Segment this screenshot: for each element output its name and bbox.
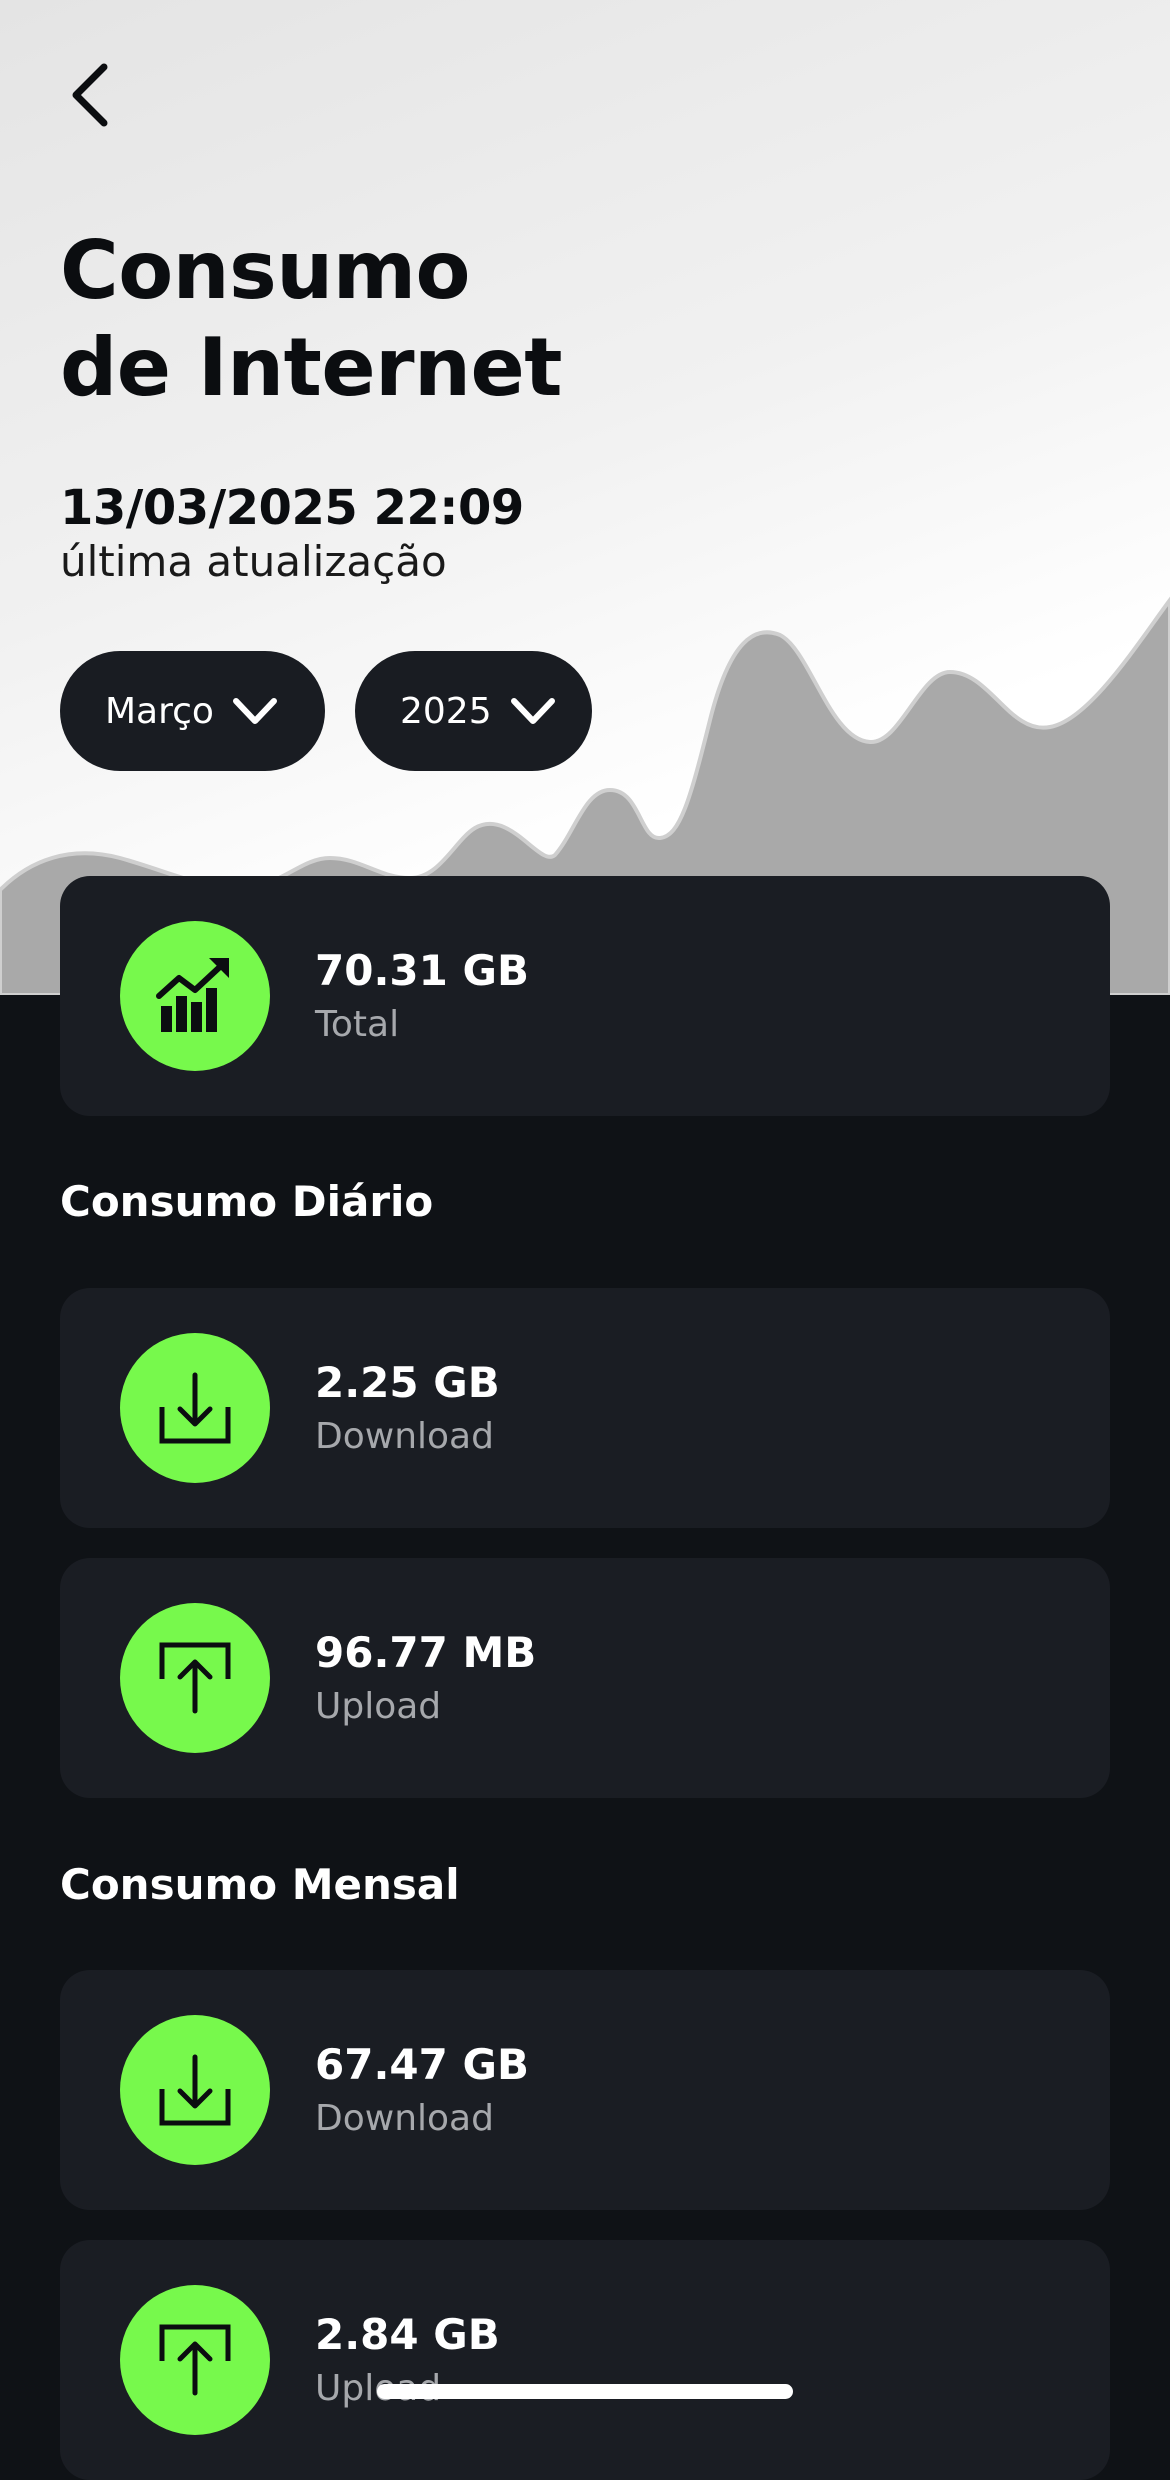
upload-icon-badge [120,2285,270,2435]
chevron-left-icon [72,63,108,127]
daily-download-card: 2.25 GB Download [60,1288,1110,1528]
back-button[interactable] [50,50,130,140]
download-tray-icon [159,2054,231,2126]
download-icon-badge [120,2015,270,2165]
growth-chart-icon [156,958,229,1032]
last-update-time: 13/03/2025 22:09 [60,480,524,536]
year-value: 2025 [400,690,492,732]
total-card: 70.31 GB Total [60,876,1110,1116]
monthly-download-value: 67.47 GB [315,2040,529,2089]
month-value: Março [105,690,214,732]
home-indicator[interactable] [377,2384,793,2399]
page-title: Consumo de Internet [60,224,563,414]
chevron-down-icon [510,698,555,724]
upload-tray-icon [159,1642,231,1714]
upload-icon-badge [120,1603,270,1753]
month-dropdown[interactable]: Março [60,651,325,771]
upload-tray-icon [159,2324,231,2396]
daily-download-label: Download [315,1416,494,1457]
download-icon-badge [120,1333,270,1483]
download-tray-icon [159,1372,231,1444]
monthly-section-title: Consumo Mensal [60,1860,460,1909]
total-value: 70.31 GB [315,946,529,995]
daily-section-title: Consumo Diário [60,1177,434,1226]
monthly-download-label: Download [315,2098,494,2139]
header-section: Consumo de Internet 13/03/2025 22:09 últ… [0,0,1170,995]
daily-download-value: 2.25 GB [315,1358,500,1407]
daily-upload-label: Upload [315,1686,442,1727]
monthly-download-card: 67.47 GB Download [60,1970,1110,2210]
last-update-label: última atualização [60,537,447,586]
total-icon-badge [120,921,270,1071]
daily-upload-card: 96.77 MB Upload [60,1558,1110,1798]
total-label: Total [315,1004,400,1045]
daily-upload-value: 96.77 MB [315,1628,537,1677]
chevron-down-icon [232,698,277,724]
monthly-upload-card: 2.84 GB Upload [60,2240,1110,2480]
monthly-upload-value: 2.84 GB [315,2310,500,2359]
year-dropdown[interactable]: 2025 [355,651,592,771]
